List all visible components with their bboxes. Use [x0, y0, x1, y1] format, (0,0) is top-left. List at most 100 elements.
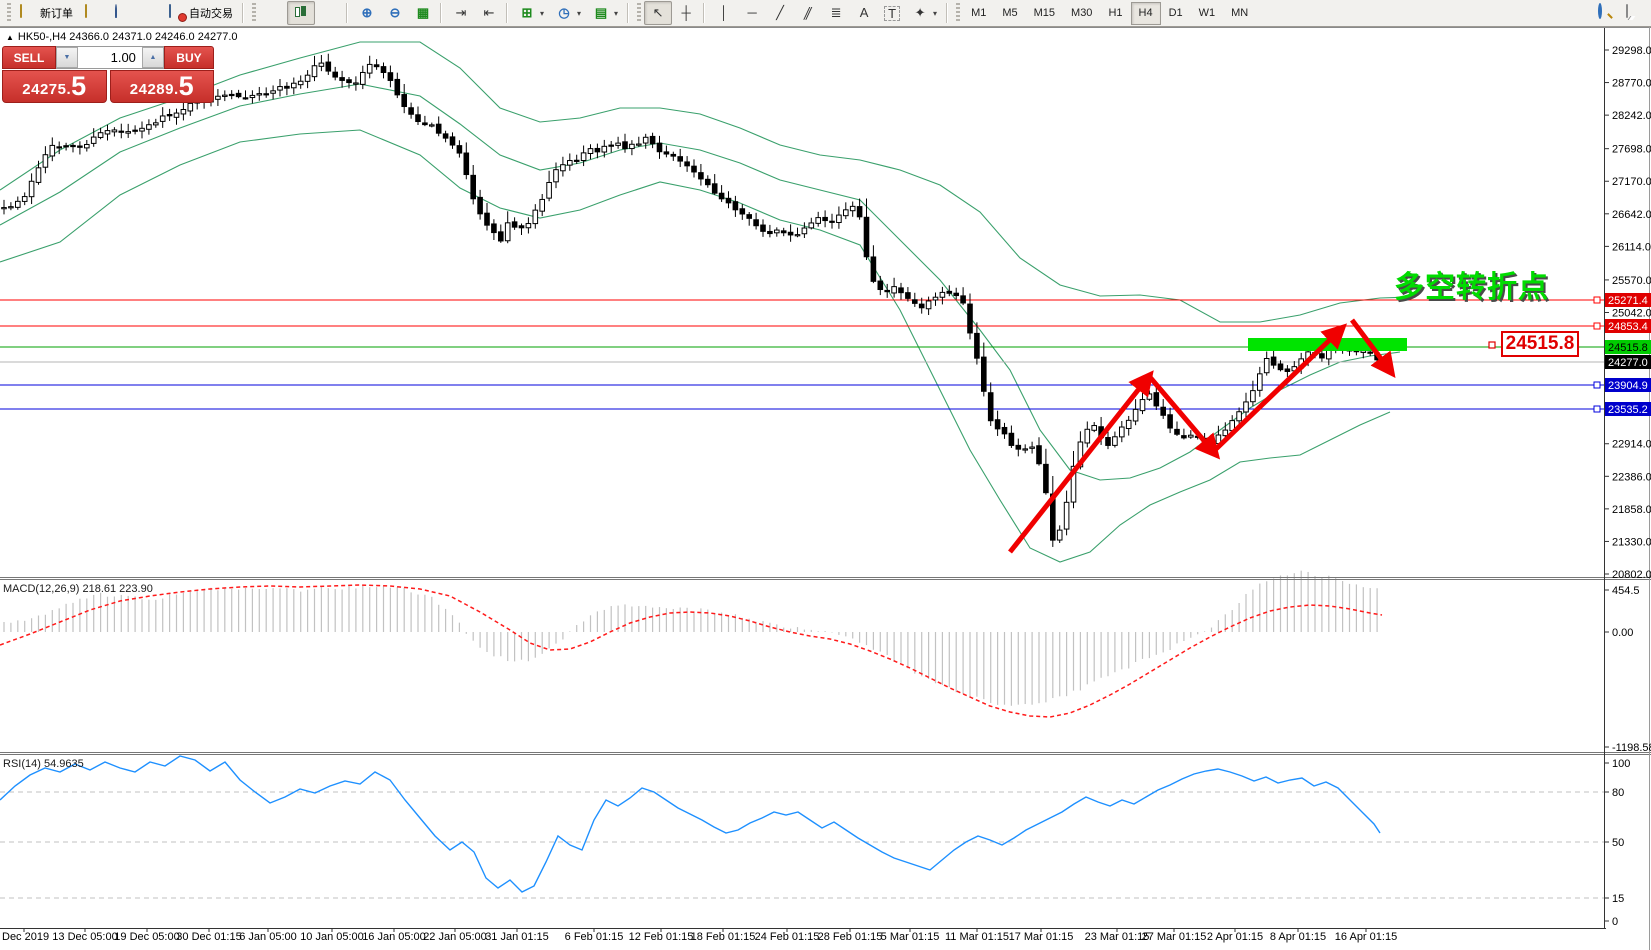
- volume-increase-button[interactable]: ▲: [141, 47, 164, 68]
- svg-text:22386.0: 22386.0: [1612, 471, 1651, 483]
- mt4-window: 新订单 自动交易 ⊕ ⊖ ▦ ⇥ ⇤ ⊞ ▾ ◷ ▾ ▤ ▾ ↖ ┼ │ ─ ╱…: [0, 0, 1651, 950]
- fibonacci-button[interactable]: ≣: [822, 1, 850, 25]
- svg-text:-1198.58: -1198.58: [1612, 742, 1651, 754]
- signals-button[interactable]: [135, 1, 163, 25]
- svg-text:28 Feb 01:15: 28 Feb 01:15: [818, 931, 883, 943]
- indicators-button[interactable]: ⊞ ▾: [513, 1, 550, 25]
- svg-text:29298.0: 29298.0: [1612, 45, 1651, 57]
- candlestick-button[interactable]: [287, 1, 315, 25]
- trendline-button[interactable]: ╱: [766, 1, 794, 25]
- rsi-indicator-label: RSI(14) 54.9635: [3, 758, 84, 770]
- auto-scroll-button[interactable]: ⇥: [447, 1, 475, 25]
- svg-text:30 Dec 01:15: 30 Dec 01:15: [176, 931, 241, 943]
- svg-text:6 Feb 01:15: 6 Feb 01:15: [565, 931, 624, 943]
- tile-windows-button[interactable]: ▦: [409, 1, 437, 25]
- timeframe-H1[interactable]: H1: [1100, 2, 1130, 25]
- svg-text:24515.8: 24515.8: [1608, 342, 1648, 354]
- sell-price-big-digit: 5: [71, 71, 87, 101]
- horizontal-line-icon: ─: [747, 5, 757, 20]
- svg-text:13 Dec 05:00: 13 Dec 05:00: [52, 931, 117, 943]
- svg-text:28242.0: 28242.0: [1612, 110, 1651, 122]
- svg-text:454.5: 454.5: [1612, 585, 1640, 597]
- timeframe-D1[interactable]: D1: [1161, 2, 1191, 25]
- svg-text:27698.0: 27698.0: [1612, 144, 1651, 156]
- timeframe-MN[interactable]: MN: [1223, 2, 1256, 25]
- horizontal-line-button[interactable]: ─: [738, 1, 766, 25]
- channel-icon: ∥: [801, 5, 816, 20]
- bar-chart-button[interactable]: [259, 1, 287, 25]
- chart-shift-icon: ⇤: [483, 5, 495, 20]
- price-callout-box[interactable]: 24515.8: [1501, 331, 1579, 357]
- vertical-line-icon: │: [719, 5, 729, 20]
- cursor-button[interactable]: ↖: [644, 1, 673, 25]
- shapes-button[interactable]: ✦ ▾: [906, 1, 943, 25]
- svg-text:24853.4: 24853.4: [1608, 321, 1648, 333]
- symbol-header: ▲ HK50-,H4 24366.0 24371.0 24246.0 24277.…: [6, 31, 238, 43]
- timeframe-M1[interactable]: M1: [963, 2, 994, 25]
- svg-text:11 Mar 01:15: 11 Mar 01:15: [945, 931, 1009, 943]
- triangle-up-icon: ▲: [149, 54, 157, 61]
- chart-shift-button[interactable]: ⇤: [475, 1, 503, 25]
- annotation-text[interactable]: 多空转折点: [1394, 262, 1549, 306]
- svg-text:23535.2: 23535.2: [1608, 404, 1648, 416]
- sell-price[interactable]: 24275. 5: [2, 70, 107, 103]
- collapse-arrow-icon[interactable]: ▲: [6, 33, 14, 42]
- svg-text:18 Feb 01:15: 18 Feb 01:15: [691, 931, 756, 943]
- svg-text:25271.4: 25271.4: [1608, 295, 1648, 307]
- svg-text:21858.0: 21858.0: [1612, 504, 1651, 516]
- chevron-down-icon: ▾: [933, 8, 938, 18]
- svg-text:24277.0: 24277.0: [1608, 357, 1648, 369]
- zoom-out-icon: ⊖: [389, 5, 401, 20]
- search-button[interactable]: [1591, 1, 1619, 25]
- text-button[interactable]: A: [850, 1, 878, 25]
- cursor-icon: ↖: [652, 5, 664, 20]
- autotrading-icon: [169, 4, 171, 18]
- indicators-icon: ⊞: [521, 5, 533, 20]
- svg-text:27170.0: 27170.0: [1612, 176, 1651, 188]
- macd-indicator-label: MACD(12,26,9) 218.61 223.90: [3, 583, 153, 595]
- vertical-line-button[interactable]: │: [710, 1, 738, 25]
- svg-text:0.00: 0.00: [1612, 627, 1633, 639]
- line-chart-button[interactable]: [315, 1, 343, 25]
- tile-windows-icon: ▦: [416, 5, 430, 20]
- text-icon: A: [859, 5, 869, 20]
- label-button[interactable]: T: [878, 1, 906, 25]
- chat-button[interactable]: [1619, 1, 1647, 25]
- toolbar-grip[interactable]: [7, 3, 11, 23]
- templates-button[interactable]: ▤ ▾: [587, 1, 624, 25]
- svg-text:Dec 2019: Dec 2019: [2, 931, 49, 943]
- trendline-icon: ╱: [776, 5, 784, 20]
- crosshair-button[interactable]: ┼: [672, 1, 700, 25]
- sell-button[interactable]: SELL: [2, 46, 56, 69]
- volume-input[interactable]: 1.00: [78, 47, 142, 68]
- new-order-button[interactable]: 新订单: [14, 1, 79, 25]
- buy-price-big-digit: 5: [178, 71, 194, 101]
- channel-button[interactable]: ∥: [794, 1, 822, 25]
- timeframe-M5[interactable]: M5: [994, 2, 1025, 25]
- svg-text:2 Apr 01:15: 2 Apr 01:15: [1207, 931, 1263, 943]
- timeframe-W1[interactable]: W1: [1191, 2, 1224, 25]
- buy-button[interactable]: BUY: [163, 46, 214, 69]
- profile-button[interactable]: [107, 1, 135, 25]
- timeframe-M30[interactable]: M30: [1063, 2, 1100, 25]
- buy-price-main: 24289: [129, 81, 174, 98]
- fibonacci-icon: ≣: [830, 5, 842, 20]
- svg-text:23 Mar 01:15: 23 Mar 01:15: [1085, 931, 1150, 943]
- periods-button[interactable]: ◷ ▾: [550, 1, 587, 25]
- buy-price[interactable]: 24289. 5: [109, 70, 214, 103]
- svg-text:16 Jan 05:00: 16 Jan 05:00: [362, 931, 426, 943]
- timeframe-H4[interactable]: H4: [1130, 1, 1161, 25]
- zoom-out-button[interactable]: ⊖: [381, 1, 409, 25]
- chart-canvas[interactable]: 29298.0 28770.0 28242.0 27698.0 27170.0 26642…: [0, 27, 1651, 950]
- notes-button[interactable]: [79, 1, 107, 25]
- volume-decrease-button[interactable]: ▼: [56, 47, 78, 68]
- svg-text:27 Mar 01:15: 27 Mar 01:15: [1142, 931, 1207, 943]
- svg-text:8 Apr 01:15: 8 Apr 01:15: [1270, 931, 1326, 943]
- timeframe-M15[interactable]: M15: [1026, 2, 1063, 25]
- sell-price-main: 24275: [22, 81, 67, 98]
- chevron-down-icon: ▾: [614, 8, 619, 18]
- svg-text:6 Jan 05:00: 6 Jan 05:00: [239, 931, 297, 943]
- zoom-in-icon: ⊕: [361, 5, 373, 20]
- zoom-in-button[interactable]: ⊕: [353, 1, 381, 25]
- autotrading-button[interactable]: 自动交易: [163, 1, 239, 25]
